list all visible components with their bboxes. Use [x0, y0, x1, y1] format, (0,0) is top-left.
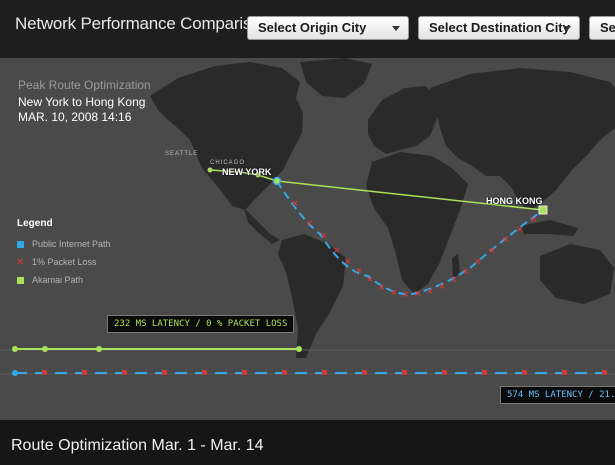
public-timeline-point	[12, 370, 18, 376]
origin-select-label: Select Origin City	[258, 20, 367, 35]
loss-marker	[402, 370, 407, 375]
chevron-down-icon	[392, 26, 400, 31]
akamai-timeline-point	[12, 346, 18, 352]
timeline-loss-markers	[42, 370, 607, 375]
loss-marker	[482, 370, 487, 375]
chevron-down-icon	[563, 26, 571, 31]
destination-city-select[interactable]: Select Destination City	[418, 16, 580, 40]
loss-marker	[242, 370, 247, 375]
loss-marker	[442, 370, 447, 375]
loss-marker	[162, 370, 167, 375]
app-title: Network Performance Comparison	[15, 14, 270, 33]
destination-select-label: Select Destination City	[429, 20, 570, 35]
origin-city-select[interactable]: Select Origin City	[247, 16, 409, 40]
third-select[interactable]: Sel	[589, 16, 615, 40]
loss-marker	[602, 370, 607, 375]
loss-marker	[522, 370, 527, 375]
akamai-timeline-point	[96, 346, 102, 352]
timeline-tracks	[0, 346, 615, 376]
loss-marker	[562, 370, 567, 375]
public-latency-callout: 574 MS LATENCY / 21.2	[500, 386, 615, 404]
loss-marker	[282, 370, 287, 375]
loss-marker	[82, 370, 87, 375]
loss-marker	[122, 370, 127, 375]
loss-marker	[202, 370, 207, 375]
footer-title: Route Optimization Mar. 1 - Mar. 14	[11, 437, 264, 454]
loss-marker	[42, 370, 47, 375]
loss-marker	[322, 370, 327, 375]
akamai-timeline-point	[296, 346, 302, 352]
loss-marker	[362, 370, 367, 375]
akamai-latency-callout: 232 MS LATENCY / 0 % PACKET LOSS	[107, 315, 295, 333]
akamai-timeline-point	[42, 346, 48, 352]
third-select-label: Sel	[600, 20, 615, 35]
